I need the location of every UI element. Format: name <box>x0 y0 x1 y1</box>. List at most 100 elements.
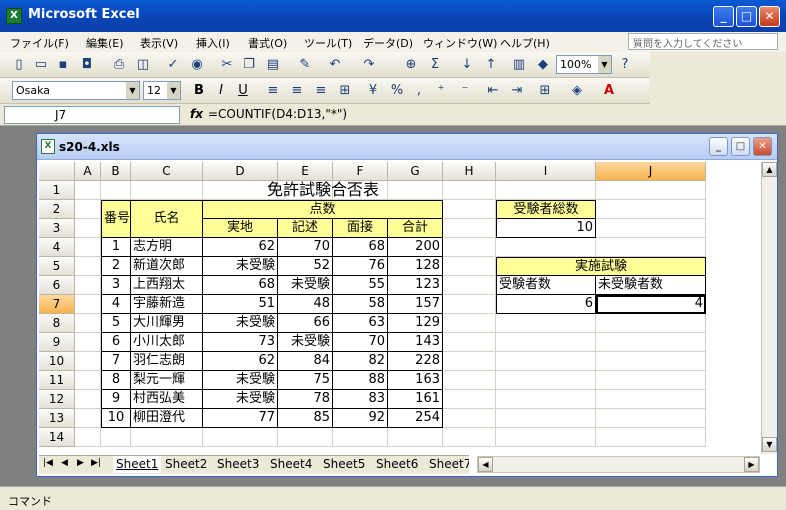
workbook-minimize-button[interactable]: _ <box>709 137 728 156</box>
menu-edit[interactable]: 編集(E) <box>86 35 124 51</box>
record-number[interactable]: 1 <box>101 238 131 257</box>
redo-icon[interactable]: ↷ <box>360 56 378 74</box>
record-practical[interactable]: 未受験 <box>203 390 278 409</box>
align-right-icon[interactable]: ≡ <box>312 82 330 100</box>
decrease-indent-icon[interactable]: ⇤ <box>484 82 502 100</box>
record-number[interactable]: 9 <box>101 390 131 409</box>
total-examinees-label[interactable]: 受験者総数 <box>496 200 596 219</box>
cell[interactable] <box>596 238 706 257</box>
record-name[interactable]: 大川輝男 <box>131 314 203 333</box>
cell[interactable] <box>496 181 596 200</box>
close-button[interactable]: ✕ <box>759 6 780 27</box>
print-preview-icon[interactable]: ◫ <box>134 56 152 74</box>
cell[interactable] <box>75 276 101 295</box>
scroll-up-icon[interactable]: ▲ <box>762 162 777 177</box>
sort-ascending-icon[interactable]: ↓ <box>458 56 476 74</box>
last-sheet-icon[interactable]: ▶| <box>91 458 101 468</box>
taken-value[interactable]: 6 <box>496 295 596 314</box>
menu-data[interactable]: データ(D) <box>363 35 413 51</box>
cell[interactable] <box>496 409 596 428</box>
zoom-select[interactable]: 100% ▼ <box>556 55 612 74</box>
minimize-button[interactable]: _ <box>713 6 734 27</box>
paste-icon[interactable]: ▤ <box>264 56 282 74</box>
fill-color-icon[interactable]: ◈ <box>568 82 586 100</box>
record-name[interactable]: 小川太郎 <box>131 333 203 352</box>
cell[interactable] <box>596 314 706 333</box>
font-color-icon[interactable]: A <box>600 82 618 100</box>
record-total[interactable]: 228 <box>388 352 443 371</box>
tab-sheet7[interactable]: Sheet7 <box>429 456 469 473</box>
sort-descending-icon[interactable]: ↑ <box>482 56 500 74</box>
column-header-a[interactable]: A <box>75 162 101 181</box>
menu-format[interactable]: 書式(O) <box>248 35 287 51</box>
record-total[interactable]: 254 <box>388 409 443 428</box>
spelling-icon[interactable]: ✓ <box>164 56 182 74</box>
row-header-11[interactable]: 11 <box>39 371 75 390</box>
increase-decimal-icon[interactable]: ⁺ <box>432 82 450 100</box>
cell[interactable] <box>443 295 496 314</box>
not-taken-label[interactable]: 未受験者数 <box>596 276 706 295</box>
help-icon[interactable]: ? <box>616 56 634 74</box>
italic-icon[interactable]: I <box>212 82 230 100</box>
cell[interactable] <box>443 238 496 257</box>
merge-center-icon[interactable]: ⊞ <box>336 82 354 100</box>
cell[interactable] <box>596 200 706 219</box>
menu-file[interactable]: ファイル(F) <box>10 35 69 51</box>
first-sheet-icon[interactable]: |◀ <box>43 458 53 468</box>
column-header-d[interactable]: D <box>203 162 278 181</box>
bold-icon[interactable]: B <box>190 82 208 100</box>
cell[interactable] <box>75 219 101 238</box>
cell[interactable] <box>75 352 101 371</box>
row-header-9[interactable]: 9 <box>39 333 75 352</box>
cell[interactable] <box>443 371 496 390</box>
header-name[interactable]: 氏名 <box>131 200 203 238</box>
record-number[interactable]: 3 <box>101 276 131 295</box>
record-total[interactable]: 163 <box>388 371 443 390</box>
comma-icon[interactable]: , <box>410 82 428 100</box>
menu-tools[interactable]: ツール(T) <box>304 35 352 51</box>
cell[interactable] <box>278 428 333 447</box>
chart-wizard-icon[interactable]: ▥ <box>510 56 528 74</box>
print-icon[interactable]: ⎙ <box>110 56 128 74</box>
record-name[interactable]: 村西弘美 <box>131 390 203 409</box>
record-written[interactable]: 85 <box>278 409 333 428</box>
record-practical[interactable]: 77 <box>203 409 278 428</box>
tab-sheet5[interactable]: Sheet5 <box>323 456 365 473</box>
record-practical[interactable]: 未受験 <box>203 371 278 390</box>
record-total[interactable]: 157 <box>388 295 443 314</box>
formula-input[interactable]: =COUNTIF(D4:D13,"*") <box>208 107 347 121</box>
chevron-down-icon[interactable]: ▼ <box>167 82 180 99</box>
record-practical[interactable]: 73 <box>203 333 278 352</box>
menu-view[interactable]: 表示(V) <box>140 35 178 51</box>
column-header-h[interactable]: H <box>443 162 496 181</box>
column-header-f[interactable]: F <box>333 162 388 181</box>
record-number[interactable]: 7 <box>101 352 131 371</box>
scroll-down-icon[interactable]: ▼ <box>762 437 777 452</box>
record-interview[interactable]: 58 <box>333 295 388 314</box>
record-name[interactable]: 新道次郎 <box>131 257 203 276</box>
cell[interactable] <box>75 181 101 200</box>
cell[interactable] <box>596 428 706 447</box>
currency-icon[interactable]: ¥ <box>364 82 382 100</box>
record-total[interactable]: 128 <box>388 257 443 276</box>
drawing-icon[interactable]: ◆ <box>534 56 552 74</box>
record-written[interactable]: 66 <box>278 314 333 333</box>
cell[interactable] <box>443 333 496 352</box>
record-practical[interactable]: 未受験 <box>203 257 278 276</box>
record-name[interactable]: 柳田澄代 <box>131 409 203 428</box>
borders-icon[interactable]: ⊞ <box>536 82 554 100</box>
permission-icon[interactable]: ◘ <box>78 56 96 74</box>
cell[interactable] <box>496 428 596 447</box>
column-header-j[interactable]: J <box>596 162 706 181</box>
cell[interactable] <box>496 390 596 409</box>
vertical-scrollbar[interactable]: ▲ ▼ <box>761 162 777 454</box>
column-header-g[interactable]: G <box>388 162 443 181</box>
row-header-12[interactable]: 12 <box>39 390 75 409</box>
select-all-corner[interactable] <box>39 162 75 181</box>
record-name[interactable]: 上西翔太 <box>131 276 203 295</box>
font-select[interactable]: Osaka ▼ <box>12 81 140 100</box>
cell[interactable] <box>75 238 101 257</box>
record-total[interactable]: 123 <box>388 276 443 295</box>
function-icon[interactable]: fx <box>190 107 203 121</box>
spreadsheet-grid[interactable]: A B C D E F G H I J 1 2 3 4 5 6 7 8 9 10 11 12 13 14 免許試験合否表 番号 氏名… <box>39 162 760 452</box>
